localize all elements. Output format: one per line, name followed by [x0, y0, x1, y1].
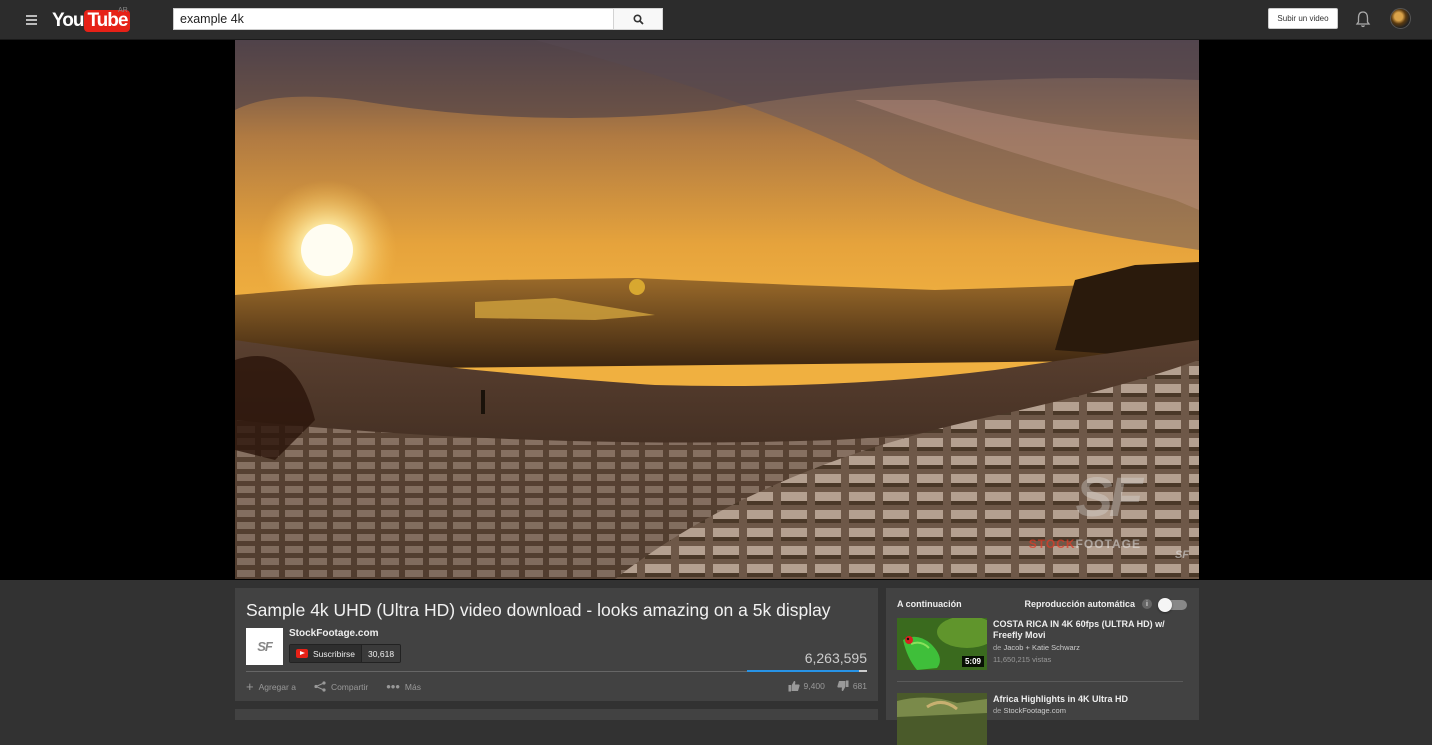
video-thumbnail: 5:09 — [897, 618, 987, 670]
more-dots-icon: ••• — [386, 679, 400, 694]
subscribe-button[interactable]: Suscribirse 30,618 — [289, 644, 402, 663]
watermark-logo: SF — [1075, 465, 1143, 528]
watermark-footage: FOOTAGE — [1075, 537, 1141, 551]
recommended-channel-name: StockFootage.com — [1003, 706, 1066, 715]
autoplay-label: Reproducción automática — [1024, 599, 1135, 609]
channel-name[interactable]: StockFootage.com — [289, 628, 378, 639]
bell-icon[interactable] — [1355, 10, 1371, 28]
autoplay-toggle[interactable] — [1158, 598, 1187, 612]
video-player[interactable]: SF STOCKFOOTAGE SF — [235, 40, 1199, 579]
action-bar: + Agregar a Compartir ••• Más — [246, 680, 421, 693]
search-button[interactable] — [613, 8, 663, 30]
like-button[interactable]: 9,400 — [788, 680, 825, 692]
recommended-title: COSTA RICA IN 4K 60fps (ULTRA HD) w/ Fre… — [993, 619, 1165, 640]
upload-button[interactable]: Subir un video — [1268, 8, 1338, 29]
recommended-video[interactable]: 5:09 COSTA RICA IN 4K 60fps (ULTRA HD) w… — [897, 618, 1187, 670]
watermark-corner: SF — [1174, 549, 1189, 561]
menu-icon[interactable] — [22, 11, 40, 29]
channel-thumb-text: SF — [257, 639, 273, 654]
avatar[interactable] — [1390, 8, 1411, 29]
subscriber-count: 30,618 — [361, 645, 401, 662]
share-button[interactable]: Compartir — [314, 680, 368, 693]
recommended-views: 11,650,215 vistas — [993, 655, 1052, 664]
share-icon — [314, 681, 326, 692]
more-button[interactable]: ••• Más — [386, 680, 421, 693]
watermark-text: STOCKFOOTAGE — [1029, 537, 1141, 551]
recommended-channel: de Jacob + Katie Schwarz — [993, 643, 1080, 652]
recommended-title: Africa Highlights in 4K Ultra HD — [993, 694, 1129, 704]
by-prefix: de — [993, 643, 1002, 652]
watch-sidebar: A continuación Reproducción automática i… — [886, 588, 1199, 745]
dislike-portion — [858, 670, 867, 672]
dislike-button[interactable]: 681 — [837, 680, 867, 692]
region-code: AR — [118, 7, 128, 14]
rating-bar: 9,400 681 — [788, 680, 867, 692]
like-dislike-bar — [747, 670, 867, 672]
add-to-label: Agregar a — [258, 681, 296, 692]
thumbs-down-icon — [837, 680, 849, 692]
more-label: Más — [404, 681, 421, 692]
by-prefix: de — [993, 706, 1002, 715]
youtube-logo[interactable]: You Tube AR — [52, 7, 131, 33]
search-icon — [632, 13, 644, 25]
add-to-button[interactable]: + Agregar a — [246, 680, 296, 693]
dislike-count: 681 — [852, 681, 867, 691]
recommended-channel-name: Jacob + Katie Schwarz — [1003, 643, 1080, 652]
masthead: YouTube AR Subir un video — [0, 0, 1432, 40]
search-box — [173, 8, 614, 30]
sidebar-divider — [897, 681, 1183, 682]
subscribe-label: Suscribirse — [313, 648, 356, 659]
recommended-channel: de StockFootage.com — [993, 706, 1066, 715]
up-next-heading: A continuación — [897, 599, 962, 609]
channel-thumbnail[interactable]: SF — [246, 628, 283, 665]
video-frame — [235, 40, 1199, 579]
video-thumbnail — [897, 693, 987, 745]
logo-you: You — [52, 10, 85, 31]
plus-icon: + — [246, 679, 254, 694]
description-panel-top — [235, 709, 878, 720]
share-label: Compartir — [330, 681, 369, 692]
like-count: 9,400 — [803, 681, 825, 691]
info-icon[interactable]: i — [1142, 599, 1152, 609]
video-info-panel: Sample 4k UHD (Ultra HD) video download … — [235, 588, 878, 701]
thumbs-up-icon — [788, 680, 800, 692]
youtube-play-icon — [296, 649, 308, 658]
video-title: Sample 4k UHD (Ultra HD) video download … — [246, 600, 831, 620]
search-input[interactable] — [174, 9, 613, 29]
watermark-stock: STOCK — [1028, 537, 1076, 551]
video-duration: 5:09 — [961, 656, 984, 667]
recommended-video[interactable]: Africa Highlights in 4K Ultra HD de Stoc… — [897, 693, 1187, 745]
view-count: 6,263,595 — [804, 650, 867, 666]
